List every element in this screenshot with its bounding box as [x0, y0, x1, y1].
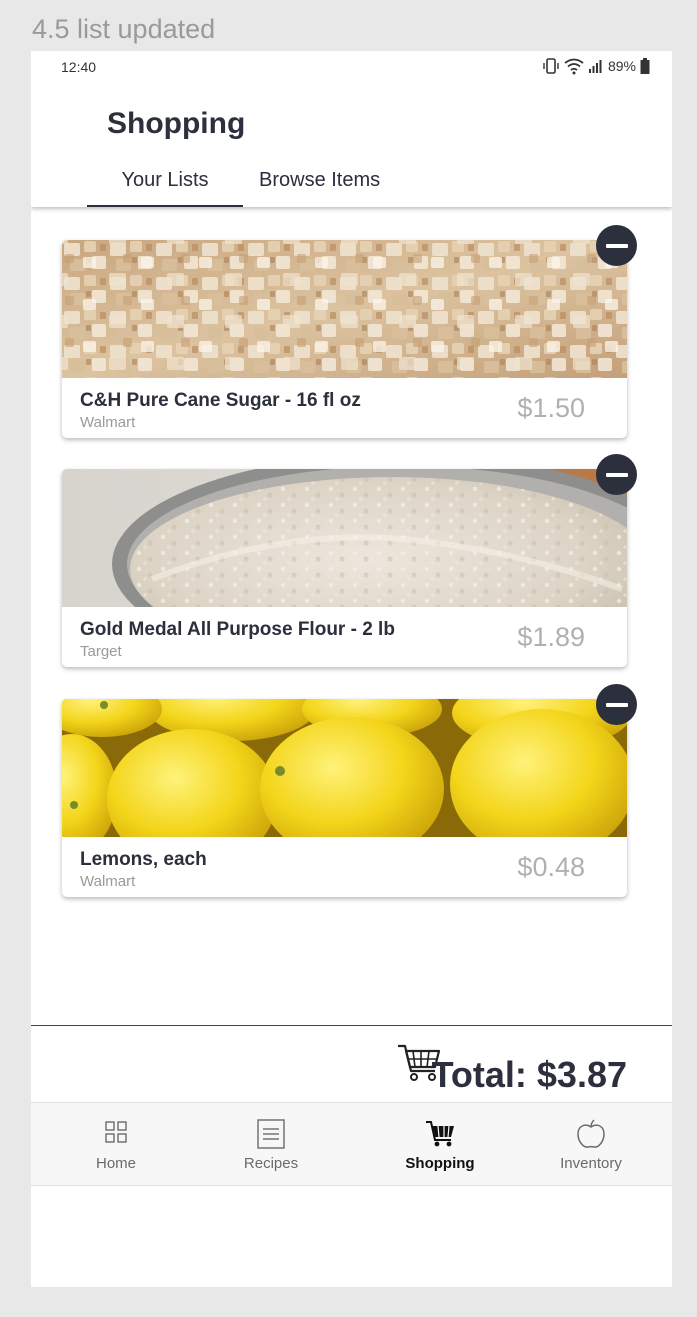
item-price: $1.89: [517, 622, 585, 652]
nav-home[interactable]: Home: [36, 1103, 196, 1187]
list-item[interactable]: Gold Medal All Purpose Flour - 2 lb Targ…: [62, 454, 637, 667]
item-name: C&H Pure Cane Sugar - 16 fl oz: [80, 390, 361, 411]
tab-browse-items[interactable]: Browse Items: [259, 169, 380, 207]
list-item[interactable]: Lemons, each Walmart $0.48: [62, 684, 637, 897]
total-amount: Total: $3.87: [431, 1054, 627, 1095]
page-title: Shopping: [107, 107, 246, 140]
remove-item-button[interactable]: [596, 454, 637, 495]
phone-screen: 12:40 89% Shopping Your Lists Browse Ite…: [31, 51, 672, 1287]
recipe-list-icon: [257, 1119, 285, 1149]
nav-home-label: Home: [95, 1155, 136, 1172]
item-price: $1.50: [517, 393, 585, 423]
nav-inventory-label: Inventory: [560, 1155, 622, 1172]
item-name: Gold Medal All Purpose Flour - 2 lb: [80, 619, 395, 640]
battery-percent: 89%: [607, 58, 636, 74]
tab-your-lists[interactable]: Your Lists: [87, 169, 243, 207]
status-bar: 12:40 89%: [31, 51, 672, 83]
signal-icon: [588, 60, 602, 73]
nav-recipes-label: Recipes: [243, 1155, 299, 1172]
cart-icon: [426, 1121, 454, 1147]
bottom-nav: Home Recipes Shopping Inventory: [31, 1102, 672, 1186]
item-store: Walmart: [80, 873, 136, 890]
grid-icon: [105, 1121, 127, 1143]
minus-icon: [605, 243, 628, 248]
remove-item-button[interactable]: [596, 684, 637, 725]
item-store: Target: [80, 643, 122, 660]
list-item[interactable]: C&H Pure Cane Sugar - 16 fl oz Walmart $…: [62, 225, 637, 438]
shopping-list: C&H Pure Cane Sugar - 16 fl oz Walmart $…: [31, 207, 672, 1025]
nav-shopping[interactable]: Shopping: [360, 1103, 520, 1187]
item-store: Walmart: [80, 414, 136, 431]
status-time: 12:40: [61, 59, 97, 75]
frame-label: 4.5 list updated: [32, 14, 216, 44]
minus-icon: [605, 702, 628, 707]
nav-shopping-label: Shopping: [405, 1155, 475, 1172]
vibrate-icon: [543, 58, 559, 74]
remove-item-button[interactable]: [596, 225, 637, 266]
item-image-sugar: [62, 240, 627, 378]
apple-icon: [577, 1119, 605, 1148]
item-image-lemons: [62, 699, 627, 837]
total-bar: Total: $3.87: [31, 1026, 672, 1102]
item-price: $0.48: [517, 852, 585, 882]
battery-icon: [640, 58, 650, 74]
wifi-icon: [564, 58, 584, 75]
item-name: Lemons, each: [80, 849, 207, 870]
minus-icon: [605, 472, 628, 477]
app-header: 12:40 89% Shopping Your Lists Browse Ite…: [31, 51, 672, 207]
nav-inventory[interactable]: Inventory: [511, 1103, 671, 1187]
nav-recipes[interactable]: Recipes: [191, 1103, 351, 1187]
item-image-flour: [62, 469, 627, 607]
